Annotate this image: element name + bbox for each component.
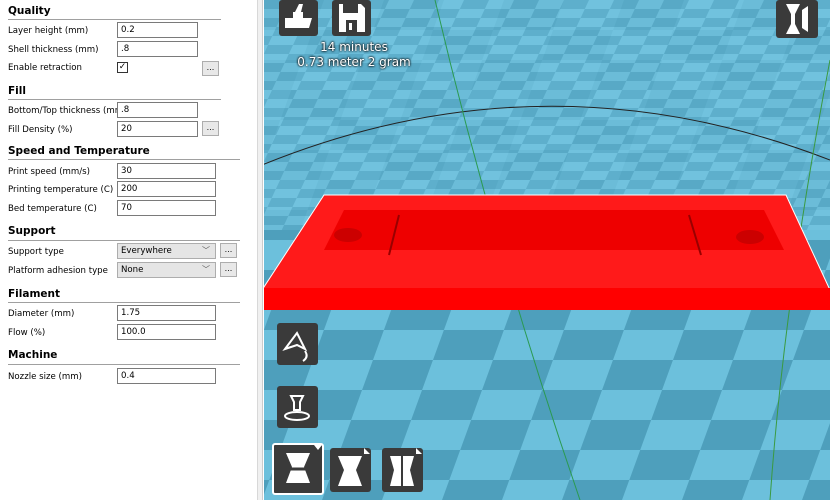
section-machine: Machine: [8, 349, 58, 361]
divider: [8, 240, 240, 241]
flow-input[interactable]: 100.0: [117, 324, 216, 340]
view-mode-icon: [786, 4, 808, 34]
label: Enable retraction: [8, 63, 82, 73]
divider: [8, 99, 221, 100]
section-speed-temperature: Speed and Temperature: [8, 145, 150, 157]
label: Printing temperature (C): [8, 185, 114, 195]
enable-retraction-checkbox[interactable]: ✓: [117, 62, 128, 73]
platform-adhesion-select[interactable]: None ﹀: [117, 262, 216, 278]
label: Nozzle size (mm): [8, 372, 82, 382]
save-button[interactable]: [332, 0, 371, 36]
mirror-icon: [338, 448, 370, 486]
chevron-down-icon: ﹀: [202, 265, 210, 274]
layer-height-input[interactable]: 0.2: [117, 22, 198, 38]
divider: [8, 364, 240, 365]
print-material: 0.73 meter 2 gram: [297, 55, 411, 69]
bottom-top-thickness-input[interactable]: .8: [117, 102, 198, 118]
support-type-select[interactable]: Everywhere ﹀: [117, 243, 216, 259]
retraction-more-button[interactable]: ...: [202, 61, 219, 76]
divider: [8, 19, 221, 20]
panel-scrollbar[interactable]: [258, 0, 263, 500]
section-support: Support: [8, 225, 56, 237]
view-mode-button[interactable]: [776, 0, 818, 38]
fill-density-input[interactable]: 20: [117, 121, 198, 137]
settings-panel: Quality Layer height (mm) 0.2 Shell thic…: [0, 0, 258, 500]
chevron-down-icon: ﹀: [202, 246, 210, 255]
selected-value: None: [121, 265, 144, 275]
label: Fill Density (%): [8, 125, 73, 135]
build-plate: [264, 0, 830, 500]
section-quality: Quality: [8, 5, 51, 17]
section-fill: Fill: [8, 85, 26, 97]
bed-temperature-input[interactable]: 70: [117, 200, 216, 216]
section-filament: Filament: [8, 288, 61, 300]
label: Shell thickness (mm): [8, 45, 99, 55]
3d-viewport[interactable]: [264, 0, 830, 500]
scale-button[interactable]: [277, 386, 318, 428]
support-more-button[interactable]: ...: [220, 243, 237, 258]
printing-temperature-input[interactable]: 200: [117, 181, 216, 197]
shell-thickness-input[interactable]: .8: [117, 41, 198, 57]
model[interactable]: [264, 194, 830, 310]
divider: [8, 159, 240, 160]
divider: [8, 302, 240, 303]
nozzle-size-input[interactable]: 0.4: [117, 368, 216, 384]
label: Bed temperature (C): [8, 204, 97, 214]
mirror-button[interactable]: [272, 443, 324, 495]
rotate-icon: [282, 331, 308, 362]
mirror-x-button[interactable]: [330, 448, 371, 492]
label: Layer height (mm): [8, 26, 89, 36]
mirror-icon: [390, 448, 422, 486]
label: Diameter (mm): [8, 309, 75, 319]
load-button[interactable]: [279, 0, 318, 36]
mirror-icon: [278, 445, 322, 483]
adhesion-more-button[interactable]: ...: [220, 262, 237, 277]
label: Platform adhesion type: [8, 266, 108, 276]
label: Flow (%): [8, 328, 46, 338]
scale-icon: [284, 395, 310, 421]
mirror-z-button[interactable]: [382, 448, 423, 492]
print-speed-input[interactable]: 30: [117, 163, 216, 179]
fill-more-button[interactable]: ...: [202, 121, 219, 136]
load-icon: [285, 4, 312, 28]
label: Bottom/Top thickness (mm): [8, 106, 127, 116]
label: Print speed (mm/s): [8, 167, 91, 177]
selected-value: Everywhere: [121, 246, 172, 256]
print-time: 14 minutes: [320, 40, 388, 54]
diameter-input[interactable]: 1.75: [117, 305, 216, 321]
rotate-button[interactable]: [277, 323, 318, 365]
save-icon: [339, 4, 365, 32]
label: Support type: [8, 247, 64, 257]
